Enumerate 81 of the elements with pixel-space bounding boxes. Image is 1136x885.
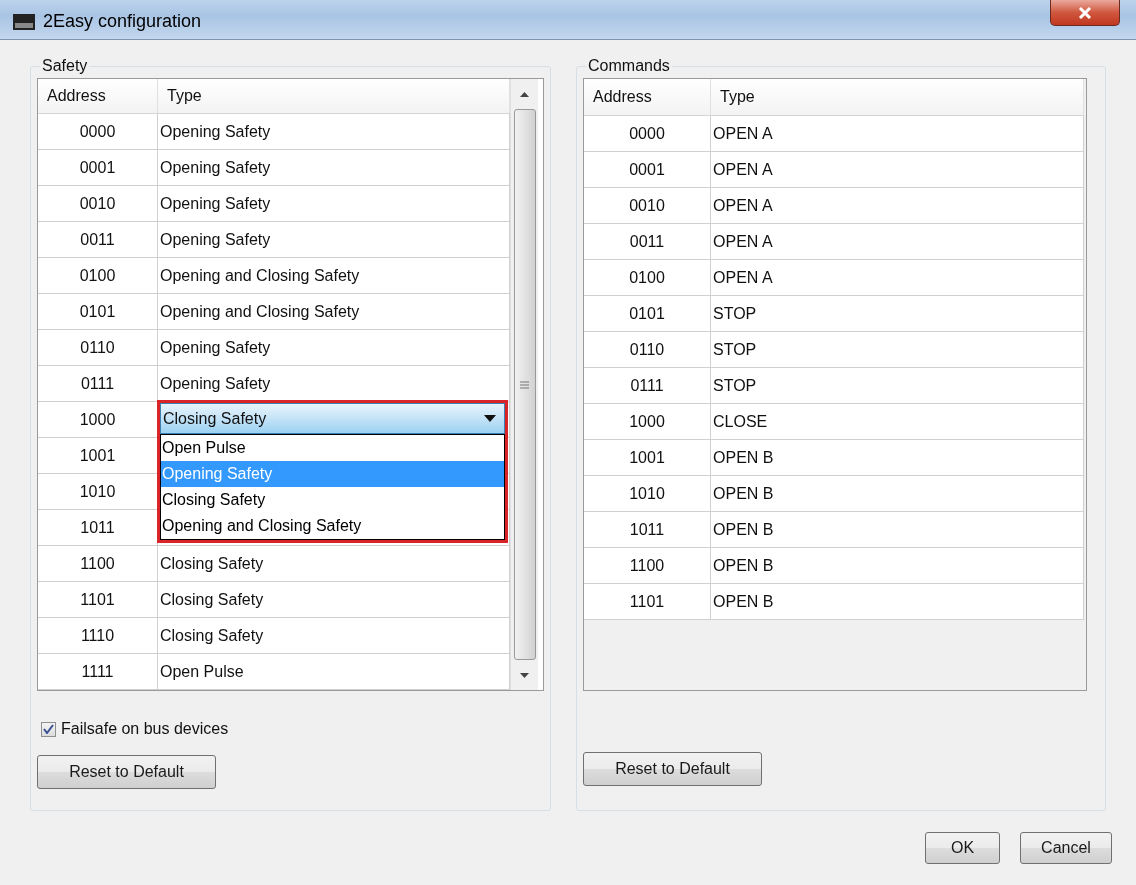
table-cell: 1011 [38, 510, 158, 545]
table-cell: 1101 [584, 584, 711, 619]
checkbox-label: Failsafe on bus devices [61, 719, 229, 739]
close-icon [1078, 6, 1092, 19]
caret-icon [484, 415, 496, 422]
table-cell-text: Opening Safety [160, 121, 271, 142]
scroll-up-icon[interactable] [520, 91, 529, 97]
column-header[interactable]: Address [584, 79, 711, 115]
table-cell-text: Opening and Closing Safety [160, 265, 360, 286]
table-cell: 0001 [584, 152, 711, 187]
table-cell-text: STOP [713, 375, 757, 396]
table-cell: 1001 [584, 440, 711, 475]
app-icon [13, 13, 35, 30]
scrollbar-thumb[interactable] [513, 109, 536, 660]
scroll-down-icon[interactable] [520, 672, 529, 678]
table-cell: 1101 [38, 582, 158, 617]
dropdown-option[interactable]: Opening and Closing Safety [161, 513, 504, 539]
table-cell: 0000 [584, 116, 711, 151]
table-cell-text: OPEN B [713, 591, 774, 612]
table-cell-text: Closing Safety [160, 625, 264, 646]
table-cell: 1010 [584, 476, 711, 511]
table-cell-text: Closing Safety [160, 589, 264, 610]
table-cell: 1011 [584, 512, 711, 547]
window-title: 2Easy configuration [43, 10, 202, 33]
table-cell-text: OPEN A [713, 195, 773, 216]
table-cell: 0101 [38, 294, 158, 329]
table-cell: 1000 [584, 404, 711, 439]
table-cell-text: OPEN A [713, 159, 773, 180]
table-cell: 1001 [38, 438, 158, 473]
grip-icon [520, 380, 529, 389]
table-cell-text: OPEN B [713, 555, 774, 576]
table-cell: 1100 [38, 546, 158, 581]
column-header[interactable]: Type [711, 79, 1084, 115]
table-cell-text: STOP [713, 339, 757, 360]
table-cell-text: CLOSE [713, 411, 768, 432]
dropdown-option[interactable]: Open Pulse [161, 435, 504, 461]
table-cell: 0100 [584, 260, 711, 295]
dropdown-option[interactable]: Closing Safety [161, 487, 504, 513]
table-cell-text: Opening Safety [160, 373, 271, 394]
type-dropdown[interactable]: Closing Safety [160, 403, 505, 434]
table-cell-text: Opening Safety [160, 229, 271, 250]
table-cell-text: Opening and Closing Safety [160, 301, 360, 322]
table-cell: 1010 [38, 474, 158, 509]
table-cell: 0011 [38, 222, 158, 257]
table-cell: 0000 [38, 114, 158, 149]
table-cell: 1000 [38, 402, 158, 437]
table-cell-text: OPEN A [713, 267, 773, 288]
table-cell: 0111 [38, 366, 158, 401]
table-cell: 0110 [584, 332, 711, 367]
group-title: Commands [587, 56, 671, 76]
table-cell: 0100 [38, 258, 158, 293]
close-button[interactable] [1050, 0, 1120, 26]
table-cell: 1100 [584, 548, 711, 583]
table-cell-text: Opening Safety [160, 337, 271, 358]
table-cell-text: OPEN B [713, 447, 774, 468]
table-cell-text: Open Pulse [160, 661, 244, 682]
dialog-button[interactable]: OK [925, 832, 1000, 864]
dialog-button[interactable]: Cancel [1020, 832, 1112, 864]
table-cell: 1110 [38, 618, 158, 653]
reset-button[interactable]: Reset to Default [583, 752, 762, 786]
table-cell-text: Opening Safety [160, 193, 271, 214]
column-header[interactable]: Address [38, 79, 158, 113]
table-cell: 0010 [584, 188, 711, 223]
table-cell: 1111 [38, 654, 158, 689]
table-cell-text: OPEN A [713, 123, 773, 144]
table-cell: 0010 [38, 186, 158, 221]
table-cell-text: STOP [713, 303, 757, 324]
table-cell-text: OPEN A [713, 231, 773, 252]
table-cell: 0110 [38, 330, 158, 365]
table-cell: 0111 [584, 368, 711, 403]
scrollbar[interactable] [510, 79, 538, 690]
table-cell-text: OPEN B [713, 483, 774, 504]
reset-button[interactable]: Reset to Default [37, 755, 216, 789]
table-cell: 0011 [584, 224, 711, 259]
table-cell-text: Closing Safety [160, 553, 264, 574]
table-cell: 0001 [38, 150, 158, 185]
table-cell: 0101 [584, 296, 711, 331]
table-cell-text: Opening Safety [160, 157, 271, 178]
table-cell-text: OPEN B [713, 519, 774, 540]
checkbox[interactable] [41, 721, 56, 737]
group-title: Safety [41, 56, 89, 76]
